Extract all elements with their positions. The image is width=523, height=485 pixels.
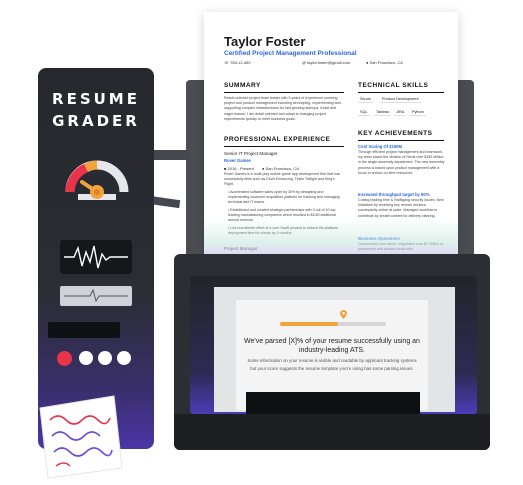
skills-heading: TECHNICAL SKILLS (358, 82, 429, 89)
job1-bullet: • Accelerated software sales cycle by 30… (228, 190, 340, 205)
skill-tag: SQL (358, 110, 370, 116)
monitor-stand (246, 392, 420, 414)
output-slot (48, 322, 120, 338)
resume-document: Taylor Foster Certified Project Manageme… (204, 12, 458, 264)
grader-title-line2: GRADER (52, 112, 140, 130)
achievements-heading: KEY ACHIEVEMENTS (358, 130, 433, 137)
job1-description: Rover Games is a multi-play mobile game … (224, 172, 341, 187)
resume-location: ● San Francisco, CA (366, 60, 403, 65)
grader-title-line1: RESUME (52, 90, 140, 108)
connector-arm-top (150, 150, 190, 160)
pulse-line-icon (64, 288, 128, 303)
indicator-light (98, 351, 112, 365)
location-pin-icon (340, 310, 347, 319)
skill-tag: Tableau (374, 110, 392, 116)
experience-divider (224, 146, 344, 147)
resume-phone: ☏ 783-12-480 (224, 60, 251, 65)
job1-title: Senior IT Project Manager (224, 151, 278, 156)
experience-heading: PROFESSIONAL EXPERIENCE (224, 136, 331, 143)
skill-tag: Scrum (358, 97, 373, 103)
skill-tag: Python (410, 110, 426, 116)
summary-text: Result-oriented project team leader with… (224, 96, 341, 121)
result-title: We've parsed [X]% of your resume success… (244, 338, 420, 354)
indicator-light (79, 351, 93, 365)
summary-heading: SUMMARY (224, 82, 261, 89)
achievement-title: Increased throughput target by 60% (358, 192, 430, 197)
job1-location: ● San Francisco, CA (262, 166, 299, 171)
waveform-display (60, 240, 132, 274)
summary-divider (224, 92, 344, 93)
achievement-title: Cost Saving Of $150M (358, 144, 402, 149)
score-gauge-icon (65, 160, 129, 200)
result-description: Some information on your resume is visib… (247, 358, 417, 371)
achievement-text: Through efficient project management and… (358, 150, 445, 175)
signal-strip (60, 286, 132, 306)
achievement-text: Cutting leading time & Swiftgang securit… (358, 198, 444, 218)
job1-dates: ■ 2016 - Present (224, 166, 254, 171)
waveform-icon (64, 245, 128, 269)
resume-email: @ taylor.foster@gmail.com (302, 60, 351, 65)
resume-role: Certified Project Management Professiona… (224, 50, 357, 57)
connector-arm-bottom (149, 196, 181, 209)
skills-divider (358, 92, 444, 93)
monitor-base (174, 414, 490, 450)
resume-name: Taylor Foster (224, 34, 306, 49)
graded-paper-icon (39, 395, 123, 479)
indicator-light (117, 351, 131, 365)
skill-tag: Product Development (380, 97, 421, 103)
parse-progress-fill (280, 322, 339, 326)
skill-tag: JIRA (394, 110, 407, 116)
achievements-divider (358, 140, 444, 141)
job1-company: Rover Games (224, 158, 251, 163)
red-indicator-light (57, 351, 72, 366)
parse-progress-bar (280, 322, 386, 326)
